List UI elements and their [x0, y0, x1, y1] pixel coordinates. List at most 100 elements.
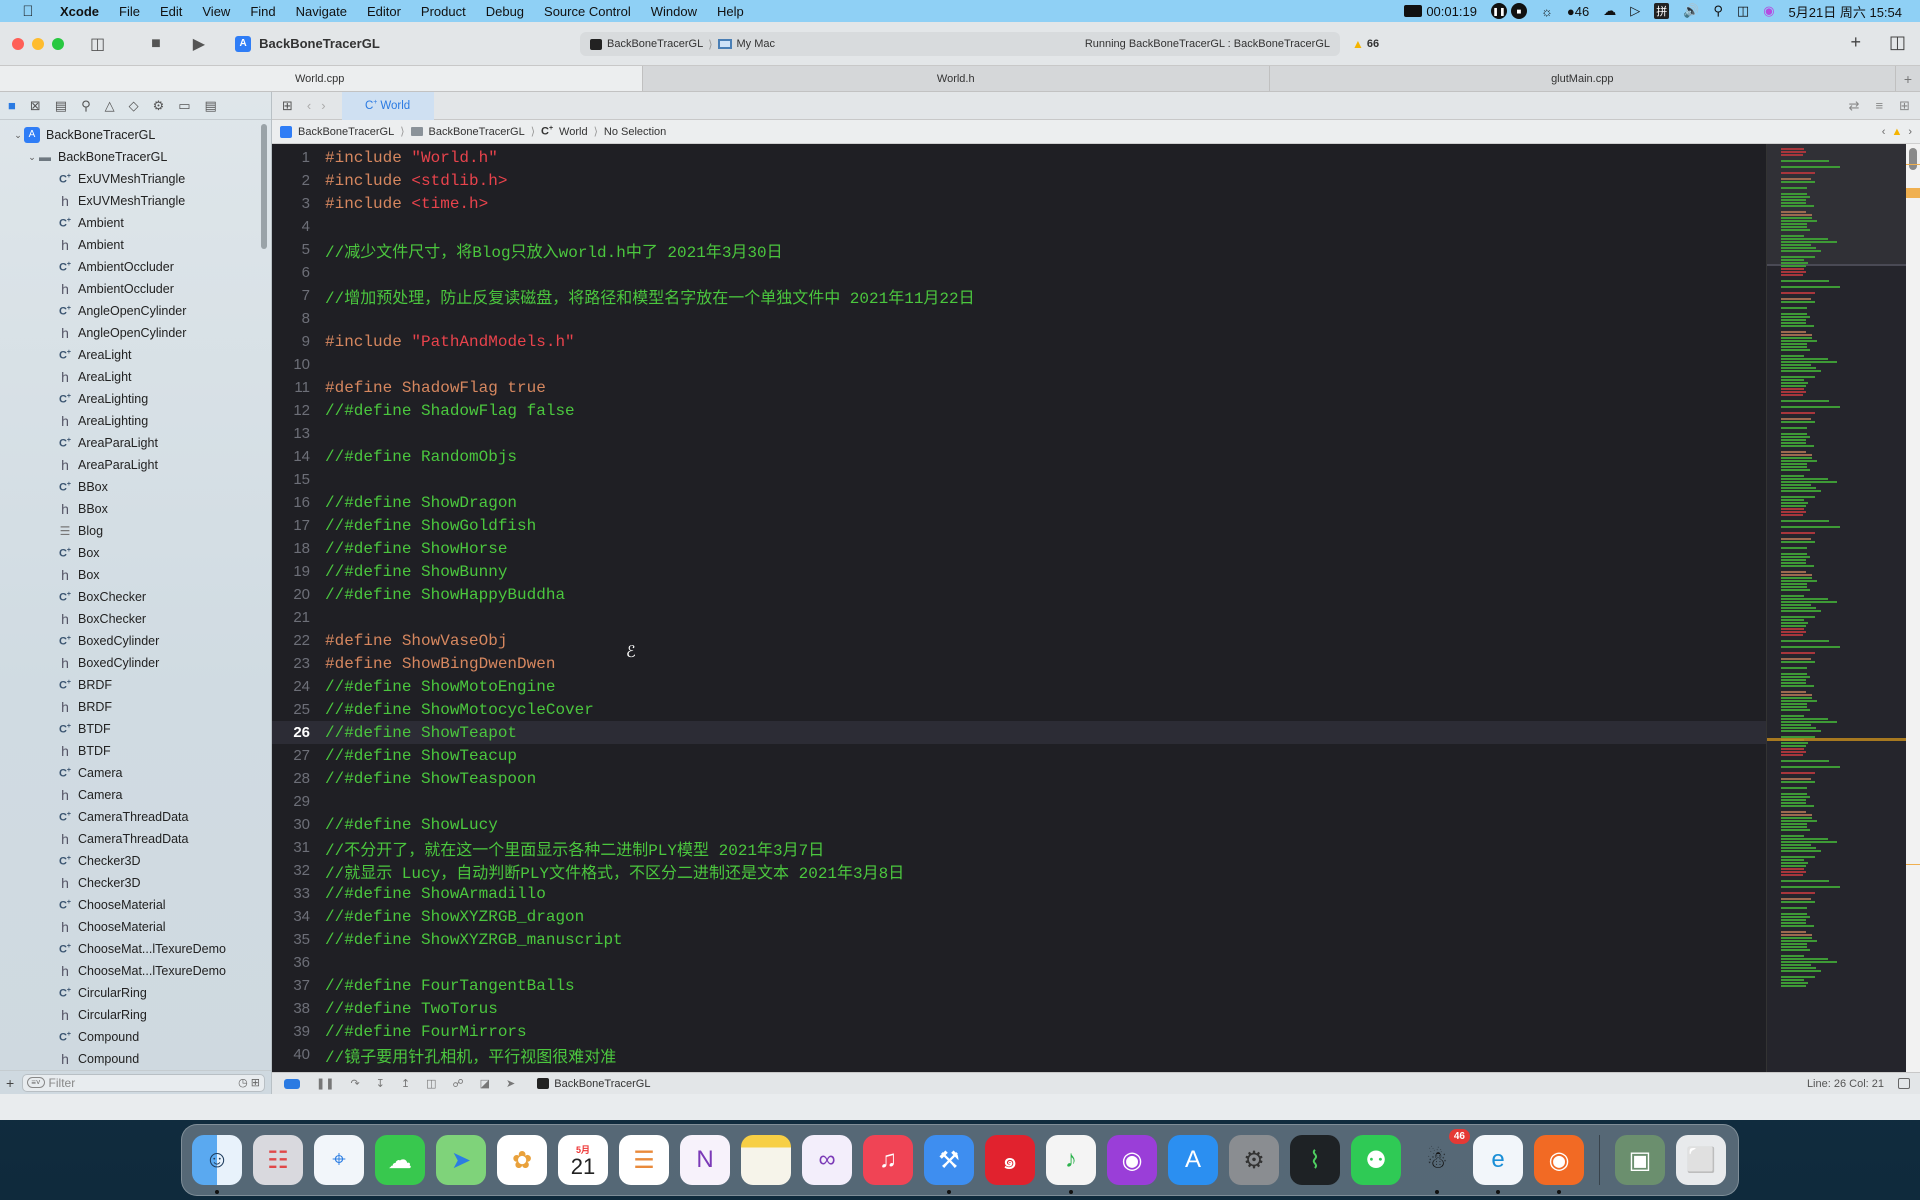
line-number[interactable]: 6: [272, 264, 310, 281]
file-item[interactable]: C+ AmbientOccluder: [0, 256, 271, 278]
file-item[interactable]: C+ BBox: [0, 476, 271, 498]
file-item[interactable]: C+ BTDF: [0, 718, 271, 740]
scrollbar-thumb[interactable]: [1909, 148, 1917, 170]
code-line[interactable]: 23 #define ShowBingDwenDwen: [272, 652, 1766, 675]
chevron-down-icon[interactable]: ⌄: [26, 152, 38, 163]
report-icon[interactable]: ▤: [205, 98, 217, 114]
code-line[interactable]: 13: [272, 422, 1766, 445]
file-item[interactable]: h BoxChecker: [0, 608, 271, 630]
line-number[interactable]: 18: [272, 540, 310, 557]
line-number[interactable]: 15: [272, 471, 310, 488]
dock-maps[interactable]: ➤: [436, 1135, 486, 1185]
line-number[interactable]: 36: [272, 954, 310, 971]
navigator-scrollbar[interactable]: [261, 124, 267, 249]
code-line[interactable]: 4: [272, 215, 1766, 238]
dock-podcasts[interactable]: ◉: [1107, 1135, 1157, 1185]
dock-screen-recorder[interactable]: ◉: [1534, 1135, 1584, 1194]
file-item[interactable]: C+ BoxedCylinder: [0, 630, 271, 652]
line-number[interactable]: 28: [272, 770, 310, 787]
scheme-selector[interactable]: BackBoneTracerGL ⟩ My Mac: [590, 38, 775, 51]
file-item[interactable]: C+ Ambient: [0, 212, 271, 234]
add-editor-icon[interactable]: ⊞: [1899, 98, 1910, 114]
code-line[interactable]: 21: [272, 606, 1766, 629]
warning-indicator[interactable]: ▲ 66: [1352, 37, 1379, 51]
search-icon[interactable]: ⚲: [81, 98, 91, 114]
editor-tab-world[interactable]: C+ World: [341, 91, 434, 120]
recent-files-icon[interactable]: ◷ ⊞: [238, 1076, 264, 1089]
line-number[interactable]: 16: [272, 494, 310, 511]
file-item[interactable]: C+ CircularRing: [0, 982, 271, 1004]
control-center-icon[interactable]: ◫: [1737, 3, 1749, 19]
filter-options-icon[interactable]: ≡˅: [27, 1077, 45, 1088]
file-item[interactable]: h BTDF: [0, 740, 271, 762]
code-line[interactable]: 15: [272, 468, 1766, 491]
filter-input[interactable]: ≡˅ Filter ◷ ⊞: [22, 1073, 265, 1092]
debug-target[interactable]: BackBoneTracerGL: [537, 1078, 650, 1090]
toggle-inspector-icon[interactable]: ◫: [1889, 32, 1906, 53]
dock-launchpad[interactable]: ☷: [253, 1135, 303, 1185]
environment-overrides-icon[interactable]: ◪: [480, 1077, 490, 1090]
tab-glutmain-cpp[interactable]: glutMain.cpp: [1270, 66, 1896, 91]
file-item[interactable]: C+ Compound: [0, 1026, 271, 1048]
code-line[interactable]: 31 //不分开了，就在这一个里面显示各种二进制PLY模型 2021年3月7日: [272, 836, 1766, 860]
warning-marker[interactable]: [1906, 164, 1920, 165]
line-number[interactable]: 5: [272, 241, 310, 258]
code-line[interactable]: 1 #include "World.h": [272, 146, 1766, 169]
code-text[interactable]: 1 #include "World.h" 2 #include <stdlib.h> 3…: [272, 144, 1766, 1072]
line-number[interactable]: 24: [272, 678, 310, 695]
file-item[interactable]: C+ AreaParaLight: [0, 432, 271, 454]
breakpoints-toggle[interactable]: [284, 1078, 300, 1089]
line-number[interactable]: 26: [272, 724, 310, 741]
code-line[interactable]: 3 #include <time.h>: [272, 192, 1766, 215]
file-item[interactable]: h Checker3D: [0, 872, 271, 894]
tab-world-cpp[interactable]: World.cpp: [0, 66, 643, 91]
minimize-window-button[interactable]: [32, 37, 44, 50]
menu-debug[interactable]: Debug: [476, 4, 534, 19]
file-item[interactable]: C+ BRDF: [0, 674, 271, 696]
step-into-icon[interactable]: ↧: [376, 1077, 385, 1090]
line-number[interactable]: 21: [272, 609, 310, 626]
dock-system-preferences[interactable]: ⚙: [1229, 1135, 1279, 1185]
code-line[interactable]: 27 //#define ShowTeacup: [272, 744, 1766, 767]
code-review-icon[interactable]: ⇄: [1849, 98, 1860, 114]
code-line[interactable]: 17 //#define ShowGoldfish: [272, 514, 1766, 537]
dock-reminders[interactable]: ☰: [619, 1135, 669, 1185]
code-line[interactable]: 8: [272, 307, 1766, 330]
line-number[interactable]: 40: [272, 1046, 310, 1063]
code-line[interactable]: 20 //#define ShowHappyBuddha: [272, 583, 1766, 606]
line-number[interactable]: 20: [272, 586, 310, 603]
dock-edge[interactable]: e: [1473, 1135, 1523, 1194]
file-item[interactable]: C+ Checker3D: [0, 850, 271, 872]
breadcrumb-group[interactable]: BackBoneTracerGL: [429, 126, 525, 138]
screen-recording-indicator[interactable]: 00:01:19: [1404, 4, 1477, 19]
pause-icon[interactable]: ❚❚: [316, 1077, 334, 1090]
dock-notes[interactable]: [741, 1135, 791, 1185]
code-line[interactable]: 40 //镜子要用针孔相机，平行视图很难对准: [272, 1043, 1766, 1067]
file-item[interactable]: h Camera: [0, 784, 271, 806]
close-window-button[interactable]: [12, 37, 24, 50]
code-line[interactable]: 25 //#define ShowMotocycleCover: [272, 698, 1766, 721]
dock-trash[interactable]: ⬜: [1676, 1135, 1726, 1185]
code-line[interactable]: 6: [272, 261, 1766, 284]
breadcrumb-project[interactable]: BackBoneTracerGL: [298, 126, 394, 138]
file-item[interactable]: C+ AreaLighting: [0, 388, 271, 410]
code-line[interactable]: 11 #define ShadowFlag true: [272, 376, 1766, 399]
line-number[interactable]: 29: [272, 793, 310, 810]
dock-finder[interactable]: ☺: [192, 1135, 242, 1194]
file-item[interactable]: C+ AreaLight: [0, 344, 271, 366]
dock-photos[interactable]: ✿: [497, 1135, 547, 1185]
menu-help[interactable]: Help: [707, 4, 754, 19]
line-number[interactable]: 13: [272, 425, 310, 442]
dock-music[interactable]: ♫: [863, 1135, 913, 1185]
menu-window[interactable]: Window: [641, 4, 707, 19]
code-line[interactable]: 34 //#define ShowXYZRGB_dragon: [272, 905, 1766, 928]
dock-downloads-stack[interactable]: ▣: [1615, 1135, 1665, 1185]
code-line[interactable]: 12 //#define ShadowFlag false: [272, 399, 1766, 422]
line-number[interactable]: 34: [272, 908, 310, 925]
dock-xcode[interactable]: ⚒: [924, 1135, 974, 1194]
menu-view[interactable]: View: [192, 4, 240, 19]
issue-warning-icon[interactable]: △: [105, 98, 115, 114]
warning-icon[interactable]: ▲: [1891, 126, 1902, 138]
dock-calendar[interactable]: 5月 21: [558, 1135, 608, 1185]
file-item[interactable]: h Box: [0, 564, 271, 586]
